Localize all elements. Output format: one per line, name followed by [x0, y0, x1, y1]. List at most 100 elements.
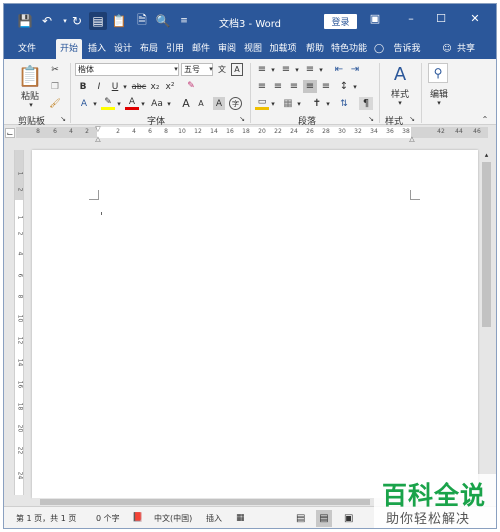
italic-button[interactable]: I [93, 80, 105, 93]
print-preview-icon[interactable]: 🔍 [154, 12, 172, 30]
tab-insert[interactable]: 插入 [84, 39, 110, 59]
decrease-indent-icon[interactable]: ⇤ [332, 63, 346, 76]
redo-icon[interactable]: ↻ [68, 12, 86, 30]
first-line-indent-marker[interactable]: ▽ [94, 125, 102, 133]
align-left-icon[interactable]: ≡ [255, 80, 269, 93]
horizontal-ruler[interactable]: 8 6 4 2 2 4 6 8 10 12 14 16 18 20 22 24 … [16, 125, 488, 143]
tab-layout[interactable]: 布局 [136, 39, 162, 59]
font-color-button[interactable]: A [125, 97, 139, 110]
cut-icon[interactable]: ✂ [48, 63, 62, 77]
lightbulb-icon[interactable]: ◯ [372, 39, 386, 59]
find-icon[interactable]: ⚲ [428, 63, 448, 83]
clear-formatting-icon[interactable]: ✎ [184, 78, 198, 93]
clipboard-icon[interactable]: 📋 [18, 63, 43, 89]
subscript-button[interactable]: x₂ [149, 80, 161, 93]
align-right-icon[interactable]: ≡ [287, 80, 301, 93]
enclose-characters-icon[interactable]: 字 [229, 97, 242, 110]
tab-references[interactable]: 引用 [162, 39, 188, 59]
font-color-dropdown-icon[interactable]: ▾ [139, 97, 147, 110]
paste-icon[interactable]: 📋 [110, 12, 128, 30]
multilevel-list-icon[interactable]: ≡ [303, 63, 317, 76]
underline-dropdown-icon[interactable]: ▾ [121, 80, 129, 93]
person-icon[interactable]: ☺ [440, 39, 454, 59]
tab-help[interactable]: 帮助 [302, 39, 328, 59]
language-indicator[interactable]: 中文(中国) [154, 513, 192, 524]
tab-design[interactable]: 设计 [110, 39, 136, 59]
strikethrough-button[interactable]: abc [131, 80, 147, 93]
paragraph-launcher-icon[interactable]: ↘ [367, 114, 375, 124]
editing-button[interactable]: 编辑 [426, 87, 452, 100]
tab-addins[interactable]: 加载项 [266, 39, 300, 59]
document-icon[interactable]: ▤ [89, 12, 107, 30]
phonetic-guide-icon[interactable]: 文 [216, 63, 228, 76]
superscript-button[interactable]: x² [164, 80, 176, 93]
sort-icon[interactable]: ⇅ [337, 97, 351, 110]
minimize-icon[interactable]: – [402, 12, 420, 25]
shrink-font-button[interactable]: A [195, 97, 207, 110]
customize-icon[interactable]: ≡ [175, 12, 193, 30]
tab-selector-icon[interactable]: ⌙ [5, 128, 15, 138]
shading-icon[interactable]: ▭ [255, 97, 269, 110]
new-file-icon[interactable]: 🗎 [133, 12, 151, 30]
hanging-indent-marker[interactable]: △ [94, 135, 102, 143]
read-mode-icon[interactable]: ▤ [296, 513, 305, 524]
increase-indent-icon[interactable]: ⇥ [348, 63, 362, 76]
align-center-icon[interactable]: ≡ [271, 80, 285, 93]
asian-layout-dropdown-icon[interactable]: ▾ [324, 97, 332, 110]
paste-button[interactable]: 粘贴 [18, 89, 42, 102]
shading-dropdown-icon[interactable]: ▾ [269, 97, 277, 110]
highlight-dropdown-icon[interactable]: ▾ [115, 97, 123, 110]
underline-button[interactable]: U [109, 80, 121, 93]
scroll-up-icon[interactable]: ▴ [480, 150, 493, 160]
share-button[interactable]: 共享 [454, 39, 478, 59]
collapse-ribbon-icon[interactable]: ⌃ [480, 114, 490, 124]
close-icon[interactable]: ✕ [466, 12, 484, 25]
multilevel-list-dropdown-icon[interactable]: ▾ [317, 63, 325, 76]
tab-review[interactable]: 审阅 [214, 39, 240, 59]
highlight-icon[interactable]: ✎ [101, 97, 115, 110]
borders-icon[interactable]: ▦ [281, 97, 295, 110]
format-painter-icon[interactable]: 🖌 [48, 97, 62, 111]
vertical-ruler[interactable]: 1 2 1 2 4 6 8 10 12 14 16 18 20 22 24 [14, 150, 24, 495]
accessibility-icon[interactable]: ▦ [236, 513, 245, 523]
styles-dropdown-icon[interactable]: ▾ [396, 99, 404, 107]
scroll-thumb[interactable] [482, 162, 491, 327]
tab-view[interactable]: 视图 [240, 39, 266, 59]
change-case-dropdown-icon[interactable]: ▾ [165, 97, 173, 110]
font-name-dropdown-icon[interactable]: ▾ [172, 64, 180, 74]
bullets-icon[interactable]: ≡ [255, 63, 269, 76]
borders-dropdown-icon[interactable]: ▾ [295, 97, 303, 110]
tab-file[interactable]: 文件 [14, 39, 40, 59]
login-button[interactable]: 登录 [324, 14, 357, 29]
editing-dropdown-icon[interactable]: ▾ [435, 99, 443, 107]
numbering-icon[interactable]: ≡ [279, 63, 293, 76]
document-page[interactable] [32, 150, 478, 498]
show-marks-icon[interactable]: ¶ [359, 97, 373, 110]
styles-icon[interactable]: A [388, 63, 412, 85]
font-launcher-icon[interactable]: ↘ [238, 114, 246, 124]
clipboard-launcher-icon[interactable]: ↘ [59, 114, 67, 124]
line-spacing-icon[interactable]: ↕ [337, 80, 351, 93]
character-border-icon[interactable]: A [231, 63, 243, 76]
right-indent-marker[interactable]: △ [408, 135, 416, 143]
copy-icon[interactable]: ❐ [48, 80, 62, 94]
vertical-scrollbar[interactable]: ▴ [480, 150, 493, 496]
font-size-dropdown-icon[interactable]: ▾ [207, 64, 215, 74]
web-layout-icon[interactable]: ▣ [344, 513, 353, 524]
insert-mode[interactable]: 插入 [206, 513, 222, 524]
change-case-button[interactable]: Aa [149, 97, 165, 110]
hscroll-thumb[interactable] [40, 499, 370, 505]
text-effects-dropdown-icon[interactable]: ▾ [91, 97, 99, 110]
bullets-dropdown-icon[interactable]: ▾ [269, 63, 277, 76]
line-spacing-dropdown-icon[interactable]: ▾ [351, 80, 359, 93]
asian-layout-icon[interactable]: ✝ [310, 97, 324, 110]
tab-home[interactable]: 开始 [56, 39, 82, 59]
styles-launcher-icon[interactable]: ↘ [408, 114, 416, 124]
justify-icon[interactable]: ≡ [303, 80, 317, 93]
print-layout-icon[interactable]: ▤ [316, 510, 332, 527]
page-count[interactable]: 第 1 页，共 1 页 [16, 513, 76, 524]
font-name-select[interactable]: 楷体 [75, 63, 179, 76]
tell-me-search[interactable]: 告诉我 [390, 39, 424, 59]
tab-features[interactable]: 特色功能 [329, 39, 369, 59]
proofing-icon[interactable]: 📕 [132, 513, 143, 523]
